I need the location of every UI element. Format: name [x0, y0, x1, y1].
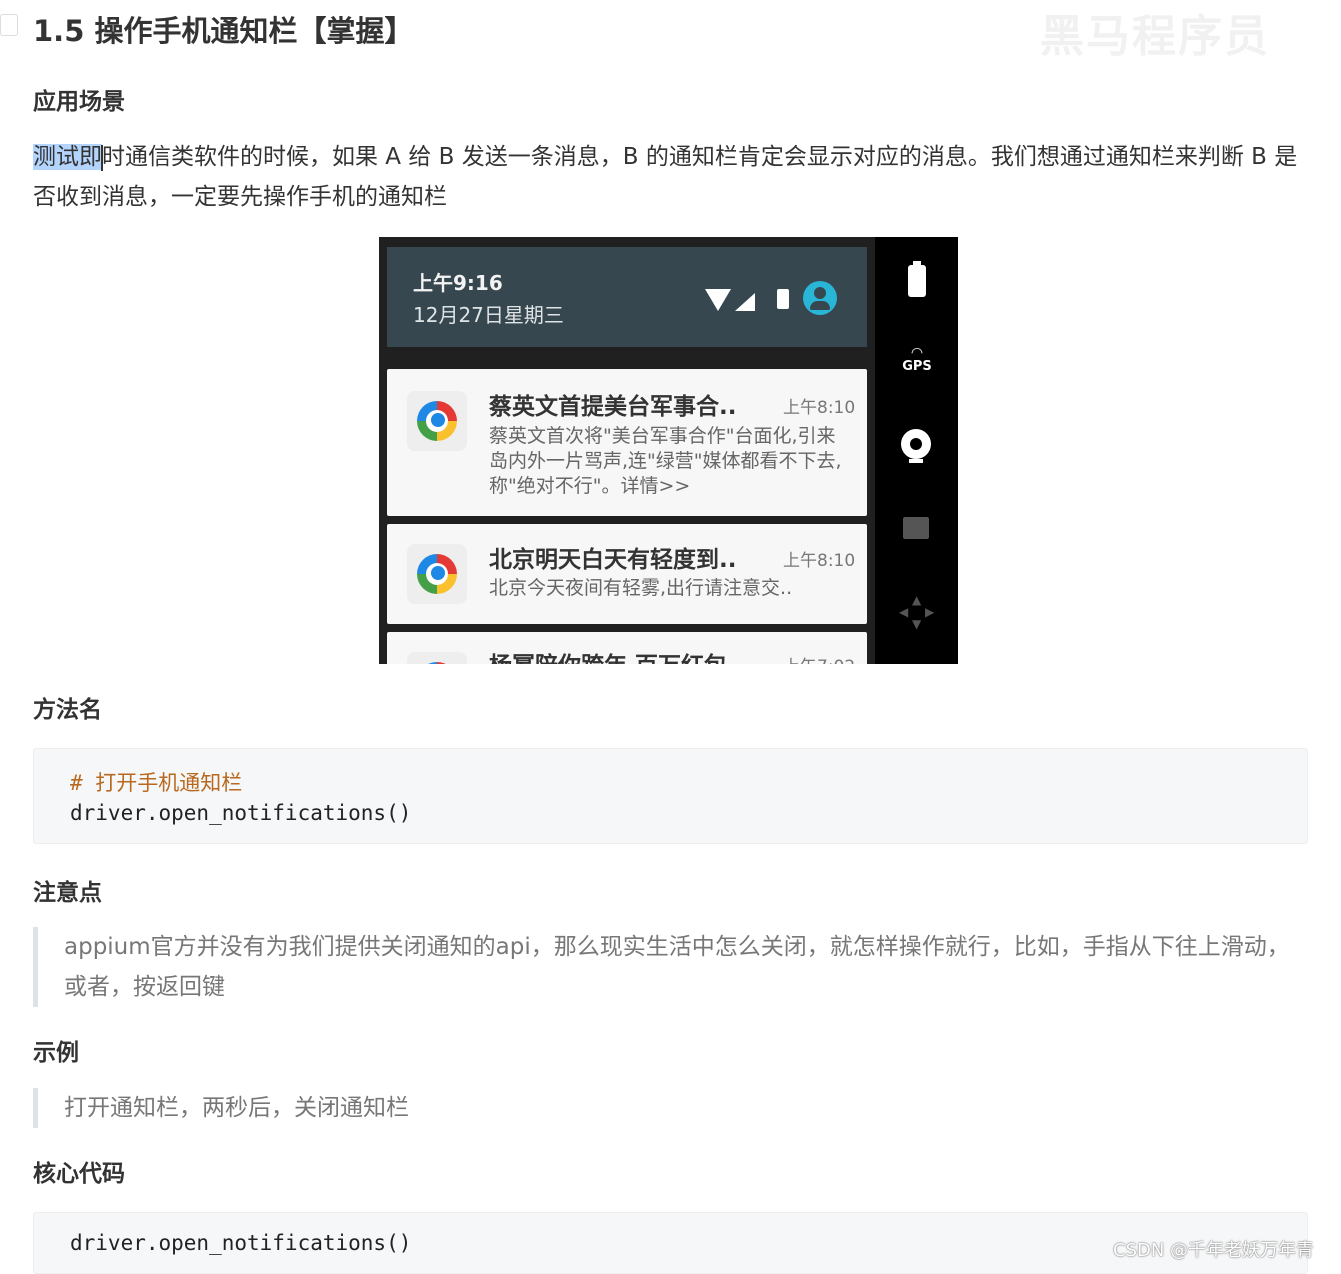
section-title-core-code: 核心代码: [33, 1161, 125, 1187]
document-icon: [0, 14, 18, 36]
notification-card: 蔡英文首提美台军事合.. 上午8:10 蔡英文首次将"美台军事合作"台面化,引来…: [387, 369, 867, 516]
section-title-notes: 注意点: [33, 880, 102, 906]
code-line: driver.open_notifications(): [70, 1231, 412, 1255]
notification-title: 杨幂陪你跨年 百万红包: [489, 646, 727, 664]
battery-icon: [777, 289, 789, 309]
watermark-logo: 黑马程序员: [1040, 11, 1270, 62]
news-app-icon: [407, 544, 467, 604]
camera-icon: [901, 429, 931, 463]
code-comment: # 打开手机通知栏: [70, 771, 243, 795]
code-line: driver.open_notifications(): [70, 801, 412, 825]
notification-body: 蔡英文首次将"美台军事合作"台面化,引来岛内外一片骂声,连"绿营"媒体都看不下去…: [489, 425, 842, 497]
notification-time: 上午8:10: [783, 398, 856, 418]
example-quote: 打开通知栏，两秒后，关闭通知栏: [33, 1088, 1299, 1128]
notification-card: 北京明天白天有轻度到.. 上午8:10 北京今天夜间有轻雾,出行请注意交..: [387, 524, 867, 624]
notification-time: 上午8:10: [783, 551, 856, 571]
clapper-icon: [903, 517, 929, 539]
code-block-method: # 打开手机通知栏 driver.open_notifications(): [33, 748, 1308, 844]
scenario-paragraph[interactable]: 测试即时通信类软件的时候，如果 A 给 B 发送一条消息，B 的通知栏肯定会显示…: [33, 137, 1308, 217]
status-icons: [705, 285, 789, 315]
signal-icon: [735, 293, 755, 311]
news-app-icon: [407, 391, 467, 451]
notification-time: 上午7:02: [783, 652, 855, 664]
phone-time: 上午9:16: [413, 271, 503, 295]
phone-date: 12月27日星期三: [413, 303, 564, 327]
notification-card: 杨幂陪你跨年 百万红包 上午7:02: [387, 632, 867, 664]
notes-quote: appium官方并没有为我们提供关闭通知的api，那么现实生活中怎么关闭，就怎样…: [33, 927, 1299, 1007]
selected-text[interactable]: 测试即: [33, 144, 102, 170]
wifi-icon: [705, 289, 731, 311]
notification-title: 北京明天白天有轻度到..: [489, 547, 737, 573]
section-title-scenario: 应用场景: [33, 89, 125, 115]
section-title-method: 方法名: [33, 697, 102, 723]
news-app-icon: [407, 652, 467, 664]
csdn-watermark: CSDN @千年老妖万年青: [1113, 1240, 1315, 1261]
notification-title: 蔡英文首提美台军事合..: [489, 394, 737, 420]
user-avatar-icon: [803, 281, 837, 315]
page-title: 1.5 操作手机通知栏【掌握】: [33, 14, 414, 48]
dpad-icon: ▲ ▼ ◀ ▶: [899, 593, 935, 631]
section-title-example: 示例: [33, 1040, 79, 1066]
phone-status-header: 上午9:16 12月27日星期三: [387, 247, 867, 347]
scenario-text: 时通信类软件的时候，如果 A 给 B 发送一条消息，B 的通知栏肯定会显示对应的…: [33, 144, 1298, 210]
battery-icon: [908, 261, 926, 297]
phone-screenshot: 上午9:16 12月27日星期三 蔡英文首提美台军事合.. 上午8:10 蔡英文…: [379, 237, 958, 664]
notification-body: 北京今天夜间有轻雾,出行请注意交..: [489, 577, 793, 599]
phone-side-panel: ◠ GPS ▲ ▼ ◀ ▶: [875, 237, 958, 664]
gps-icon: ◠ GPS: [902, 345, 932, 374]
